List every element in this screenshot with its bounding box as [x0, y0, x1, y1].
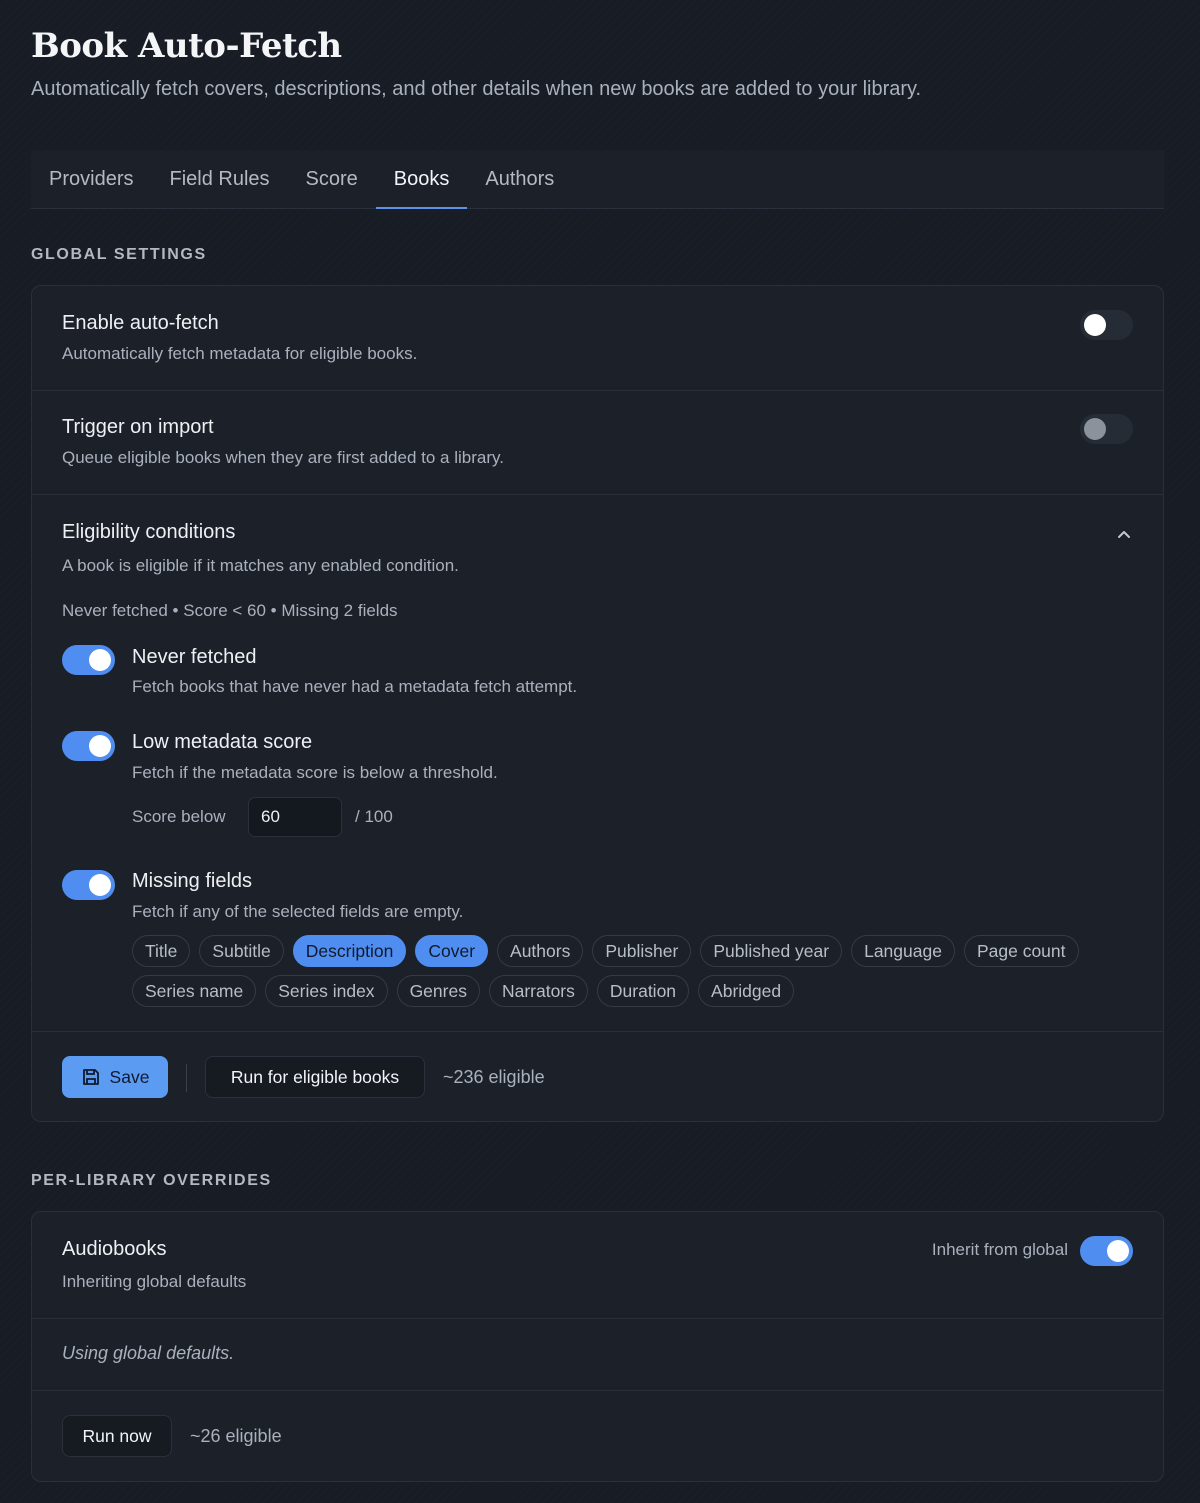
- eligibility-desc: A book is eligible if it matches any ena…: [62, 556, 459, 575]
- library-actions-row: Run now ~26 eligible: [32, 1391, 1163, 1481]
- field-chip-series-name[interactable]: Series name: [132, 975, 257, 1007]
- toggle-knob: [1084, 418, 1106, 440]
- global-settings-heading: GLOBAL SETTINGS: [31, 246, 207, 263]
- enable-auto-fetch-toggle[interactable]: [1080, 310, 1133, 340]
- tab-books[interactable]: Books: [375, 150, 468, 209]
- enable-auto-fetch-desc: Automatically fetch metadata for eligibl…: [62, 344, 418, 363]
- chevron-up-icon[interactable]: [1115, 525, 1133, 543]
- missing-fields-title: Missing fields: [132, 870, 253, 892]
- enable-auto-fetch-row: Enable auto-fetch Automatically fetch me…: [32, 286, 1163, 391]
- field-chip-authors[interactable]: Authors: [497, 935, 584, 967]
- field-chip-genres[interactable]: Genres: [396, 975, 480, 1007]
- library-note: Using global defaults.: [62, 1343, 235, 1363]
- global-actions-row: Save Run for eligible books ~236 eligibl…: [32, 1032, 1163, 1121]
- field-chip-narrators[interactable]: Narrators: [488, 975, 588, 1007]
- global-settings-card: Enable auto-fetch Automatically fetch me…: [31, 285, 1164, 1122]
- tab-providers[interactable]: Providers: [31, 150, 151, 208]
- library-note-row: Using global defaults.: [32, 1319, 1163, 1391]
- toggle-knob: [89, 649, 111, 671]
- missing-fields-toggle[interactable]: [62, 870, 115, 900]
- low-score-title: Low metadata score: [132, 731, 313, 753]
- run-now-button[interactable]: Run now: [62, 1415, 172, 1457]
- library-header-row: Audiobooks Inheriting global defaults In…: [32, 1212, 1163, 1319]
- run-eligible-button[interactable]: Run for eligible books: [205, 1056, 425, 1098]
- page-subtitle: Automatically fetch covers, descriptions…: [31, 78, 922, 100]
- tab-authors[interactable]: Authors: [467, 150, 572, 208]
- page-title: Book Auto-Fetch: [31, 26, 342, 66]
- never-fetched-toggle[interactable]: [62, 645, 115, 675]
- trigger-on-import-toggle[interactable]: [1080, 414, 1133, 444]
- library-name: Audiobooks: [62, 1238, 167, 1260]
- overrides-heading: PER-LIBRARY OVERRIDES: [31, 1172, 272, 1189]
- field-chip-description[interactable]: Description: [292, 935, 407, 967]
- library-override-card: Audiobooks Inheriting global defaults In…: [31, 1211, 1164, 1482]
- tab-field-rules[interactable]: Field Rules: [151, 150, 287, 208]
- score-max-label: / 100: [355, 807, 393, 826]
- toggle-knob: [1107, 1240, 1129, 1262]
- score-threshold-input[interactable]: [248, 797, 342, 837]
- library-eligible-count: ~26 eligible: [190, 1426, 282, 1446]
- low-score-toggle[interactable]: [62, 731, 115, 761]
- tab-score[interactable]: Score: [288, 150, 376, 208]
- low-score-desc: Fetch if the metadata score is below a t…: [132, 763, 498, 782]
- field-chip-series-index[interactable]: Series index: [265, 975, 388, 1007]
- trigger-on-import-desc: Queue eligible books when they are first…: [62, 448, 504, 467]
- never-fetched-desc: Fetch books that have never had a metada…: [132, 677, 578, 696]
- field-chip-title[interactable]: Title: [132, 935, 191, 967]
- save-button-label: Save: [109, 1066, 150, 1087]
- toggle-knob: [89, 874, 111, 896]
- inherit-global-toggle[interactable]: [1080, 1236, 1133, 1266]
- eligibility-summary: Never fetched • Score < 60 • Missing 2 f…: [62, 601, 398, 620]
- save-button[interactable]: Save: [62, 1056, 168, 1098]
- tab-bar: Providers Field Rules Score Books Author…: [31, 150, 1164, 209]
- missing-fields-chip-list: Title Subtitle Description Cover Authors…: [132, 935, 1142, 1007]
- missing-fields-desc: Fetch if any of the selected fields are …: [132, 902, 464, 921]
- score-below-label: Score below: [132, 807, 226, 826]
- field-chip-publisher[interactable]: Publisher: [592, 935, 692, 967]
- field-chip-cover[interactable]: Cover: [415, 935, 489, 967]
- field-chip-abridged[interactable]: Abridged: [698, 975, 795, 1007]
- inherit-label: Inherit from global: [931, 1240, 1068, 1259]
- enable-auto-fetch-title: Enable auto-fetch: [62, 312, 219, 334]
- field-chip-published-year[interactable]: Published year: [700, 935, 843, 967]
- eligible-count: ~236 eligible: [443, 1067, 545, 1087]
- field-chip-duration[interactable]: Duration: [596, 975, 690, 1007]
- field-chip-subtitle[interactable]: Subtitle: [199, 935, 284, 967]
- actions-divider: [186, 1064, 187, 1092]
- eligibility-section: Eligibility conditions A book is eligibl…: [32, 495, 1163, 1032]
- trigger-on-import-row: Trigger on import Queue eligible books w…: [32, 391, 1163, 495]
- eligibility-title: Eligibility conditions: [62, 521, 236, 543]
- toggle-knob: [89, 735, 111, 757]
- save-icon: [82, 1069, 99, 1085]
- field-chip-language[interactable]: Language: [851, 935, 955, 967]
- field-chip-page-count[interactable]: Page count: [963, 935, 1079, 967]
- never-fetched-title: Never fetched: [132, 646, 257, 668]
- library-status: Inheriting global defaults: [62, 1272, 247, 1291]
- toggle-knob: [1084, 314, 1106, 336]
- trigger-on-import-title: Trigger on import: [62, 416, 214, 438]
